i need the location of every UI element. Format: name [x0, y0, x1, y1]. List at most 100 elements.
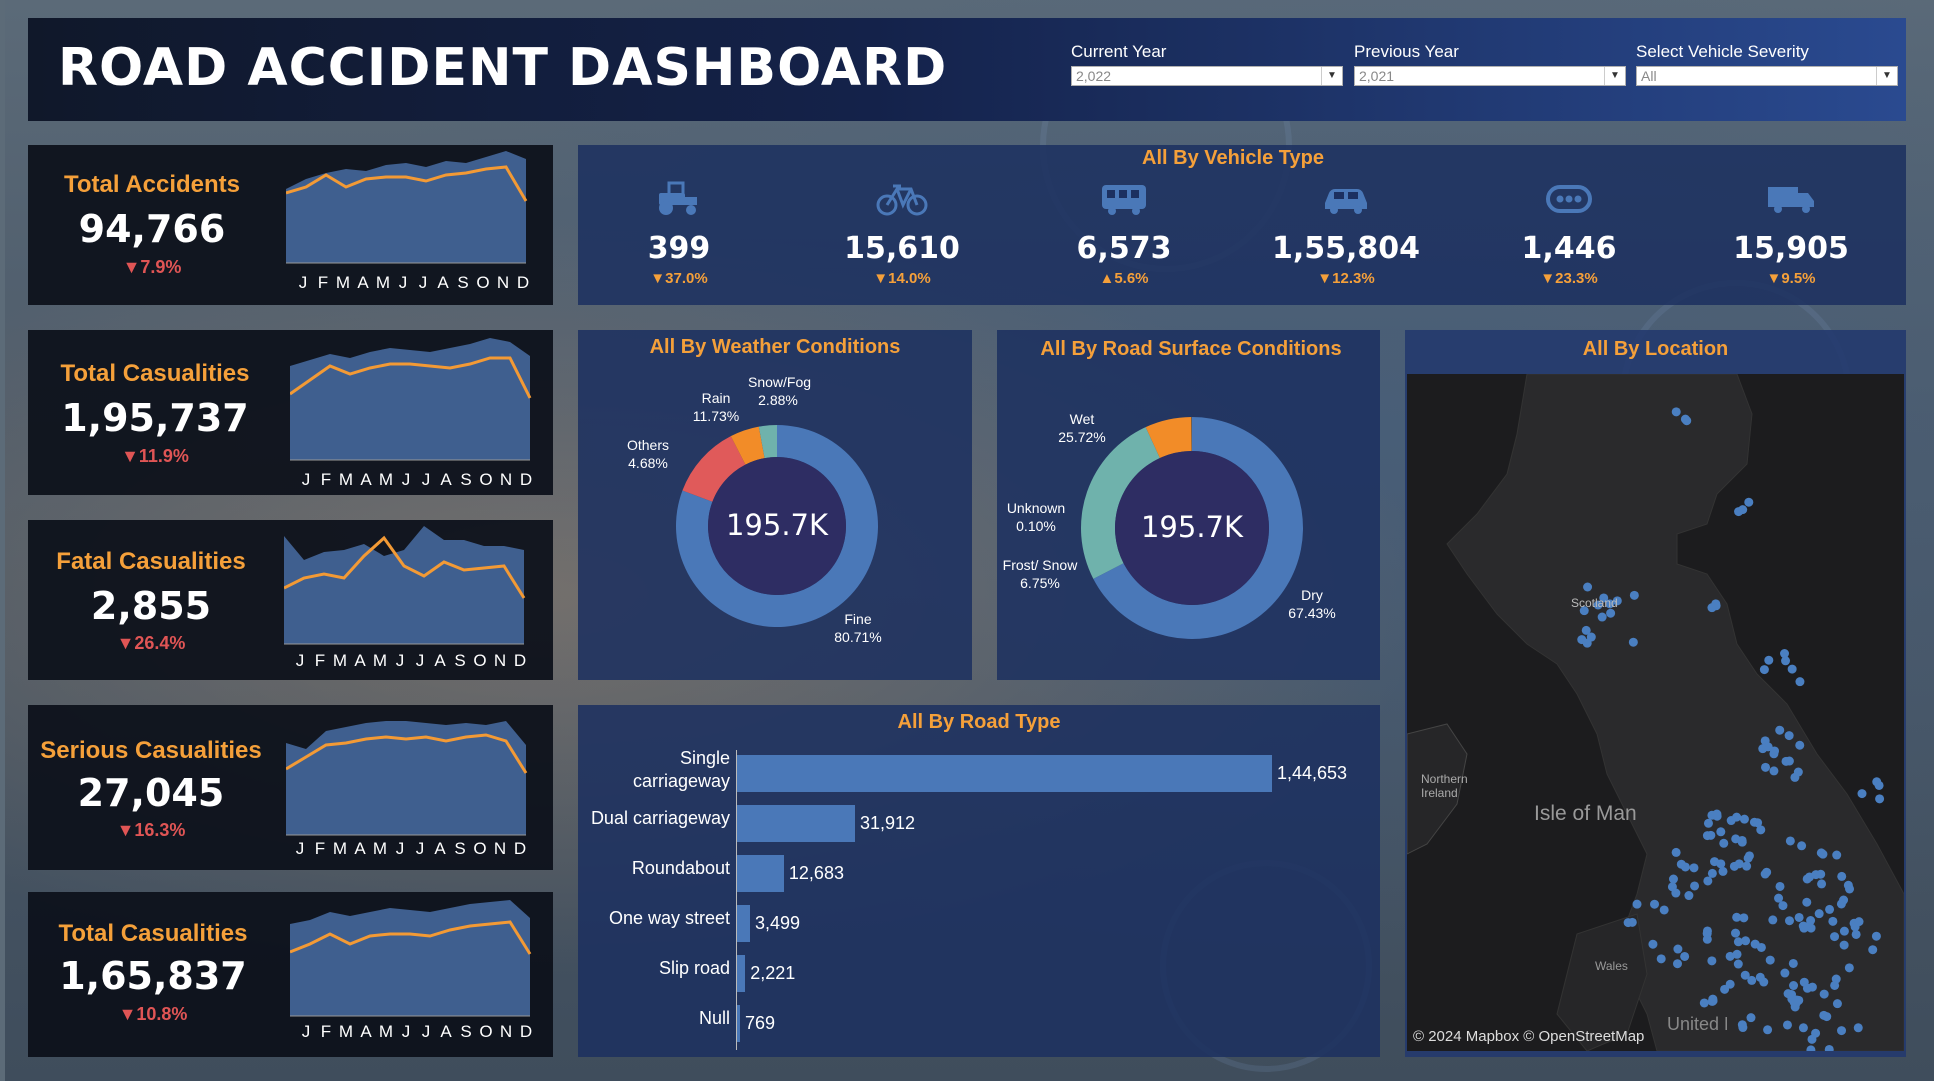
map-marker[interactable]: [1706, 830, 1716, 840]
map-marker[interactable]: [1650, 899, 1660, 909]
map-marker[interactable]: [1782, 1020, 1792, 1030]
map-marker[interactable]: [1739, 913, 1749, 923]
vehicle-item[interactable]: 15,610 ▼14.0%: [802, 177, 1002, 287]
map-marker[interactable]: [1680, 951, 1690, 961]
map-marker[interactable]: [1800, 922, 1810, 932]
map-marker[interactable]: [1817, 879, 1827, 889]
map-marker[interactable]: [1756, 942, 1766, 952]
map-marker[interactable]: [1761, 762, 1771, 772]
map-marker[interactable]: [1806, 1045, 1816, 1051]
map-marker[interactable]: [1738, 505, 1748, 515]
map-marker[interactable]: [1787, 664, 1797, 674]
previous-year-filter[interactable]: Previous Year 2,021 ▼: [1354, 42, 1626, 86]
map-canvas[interactable]: Scotland Northern Ireland Isle of Man Wa…: [1407, 374, 1904, 1051]
previous-year-select[interactable]: 2,021 ▼: [1354, 66, 1626, 86]
map-marker[interactable]: [1828, 916, 1838, 926]
map-marker[interactable]: [1702, 934, 1712, 944]
map-marker[interactable]: [1707, 868, 1717, 878]
map-marker[interactable]: [1850, 922, 1860, 932]
vehicle-severity-select[interactable]: All ▼: [1636, 66, 1898, 86]
map-marker[interactable]: [1824, 1044, 1834, 1051]
map-marker[interactable]: [1839, 926, 1849, 936]
map-marker[interactable]: [1875, 794, 1885, 804]
road-type-bar[interactable]: [737, 1005, 740, 1042]
map-marker[interactable]: [1623, 918, 1633, 928]
map-marker[interactable]: [1832, 999, 1842, 1009]
map-marker[interactable]: [1744, 497, 1754, 507]
current-year-select[interactable]: 2,022 ▼: [1071, 66, 1343, 86]
map-marker[interactable]: [1732, 949, 1742, 959]
map-marker[interactable]: [1671, 888, 1681, 898]
map-marker[interactable]: [1737, 1020, 1747, 1030]
map-marker[interactable]: [1851, 929, 1861, 939]
map-marker[interactable]: [1632, 899, 1642, 909]
map-marker[interactable]: [1606, 608, 1616, 618]
map-marker[interactable]: [1586, 632, 1596, 642]
vehicle-item[interactable]: 15,905 ▼9.5%: [1691, 177, 1891, 287]
map-marker[interactable]: [1749, 817, 1759, 827]
map-marker[interactable]: [1788, 958, 1798, 968]
map-marker[interactable]: [1744, 851, 1754, 861]
map-marker[interactable]: [1672, 959, 1682, 969]
road-type-bar[interactable]: [737, 955, 746, 992]
map-marker[interactable]: [1768, 915, 1778, 925]
map-marker[interactable]: [1699, 998, 1709, 1008]
map-markers[interactable]: [1407, 374, 1904, 1051]
map-marker[interactable]: [1708, 994, 1718, 1004]
map-marker[interactable]: [1871, 931, 1881, 941]
map-marker[interactable]: [1837, 871, 1847, 881]
chevron-down-icon[interactable]: ▼: [1604, 67, 1625, 85]
map-marker[interactable]: [1719, 838, 1729, 848]
map-marker[interactable]: [1819, 989, 1829, 999]
map-marker[interactable]: [1577, 635, 1587, 645]
map-marker[interactable]: [1718, 866, 1728, 876]
map-marker[interactable]: [1764, 655, 1774, 665]
map-marker[interactable]: [1832, 850, 1842, 860]
map-marker[interactable]: [1857, 789, 1867, 799]
map-marker[interactable]: [1734, 859, 1744, 869]
map-marker[interactable]: [1684, 891, 1694, 901]
map-marker[interactable]: [1795, 740, 1805, 750]
map-marker[interactable]: [1790, 1002, 1800, 1012]
map-marker[interactable]: [1775, 881, 1785, 891]
vehicle-item[interactable]: 399 ▼37.0%: [578, 177, 780, 287]
map-marker[interactable]: [1739, 814, 1749, 824]
map-marker[interactable]: [1707, 956, 1717, 966]
map-marker[interactable]: [1759, 665, 1769, 675]
map-marker[interactable]: [1680, 414, 1690, 424]
map-marker[interactable]: [1716, 827, 1726, 837]
map-marker[interactable]: [1769, 766, 1779, 776]
map-marker[interactable]: [1690, 881, 1700, 891]
map-marker[interactable]: [1797, 841, 1807, 851]
road-type-bar[interactable]: [737, 855, 784, 892]
map-marker[interactable]: [1784, 916, 1794, 926]
map-marker[interactable]: [1703, 876, 1713, 886]
map-marker[interactable]: [1853, 1023, 1863, 1033]
map-marker[interactable]: [1807, 982, 1817, 992]
map-marker[interactable]: [1784, 756, 1794, 766]
map-marker[interactable]: [1839, 940, 1849, 950]
map-marker[interactable]: [1712, 809, 1722, 819]
chevron-down-icon[interactable]: ▼: [1321, 67, 1342, 85]
map-marker[interactable]: [1716, 859, 1726, 869]
map-marker[interactable]: [1733, 937, 1743, 947]
map-marker[interactable]: [1703, 818, 1713, 828]
map-marker[interactable]: [1731, 928, 1741, 938]
map-marker[interactable]: [1789, 981, 1799, 991]
map-marker[interactable]: [1765, 955, 1775, 965]
map-marker[interactable]: [1795, 677, 1805, 687]
map-marker[interactable]: [1802, 874, 1812, 884]
road-type-bar[interactable]: [737, 805, 856, 842]
map-marker[interactable]: [1726, 816, 1736, 826]
road-type-bar[interactable]: [737, 755, 1272, 792]
map-marker[interactable]: [1775, 725, 1785, 735]
map-marker[interactable]: [1656, 954, 1666, 964]
map-marker[interactable]: [1747, 975, 1757, 985]
map-marker[interactable]: [1844, 963, 1854, 973]
map-marker[interactable]: [1794, 912, 1804, 922]
current-year-filter[interactable]: Current Year 2,022 ▼: [1071, 42, 1343, 86]
map-marker[interactable]: [1628, 637, 1638, 647]
map-marker[interactable]: [1702, 926, 1712, 936]
map-marker[interactable]: [1746, 1013, 1756, 1023]
vehicle-item[interactable]: 6,573 ▲5.6%: [1024, 177, 1224, 287]
